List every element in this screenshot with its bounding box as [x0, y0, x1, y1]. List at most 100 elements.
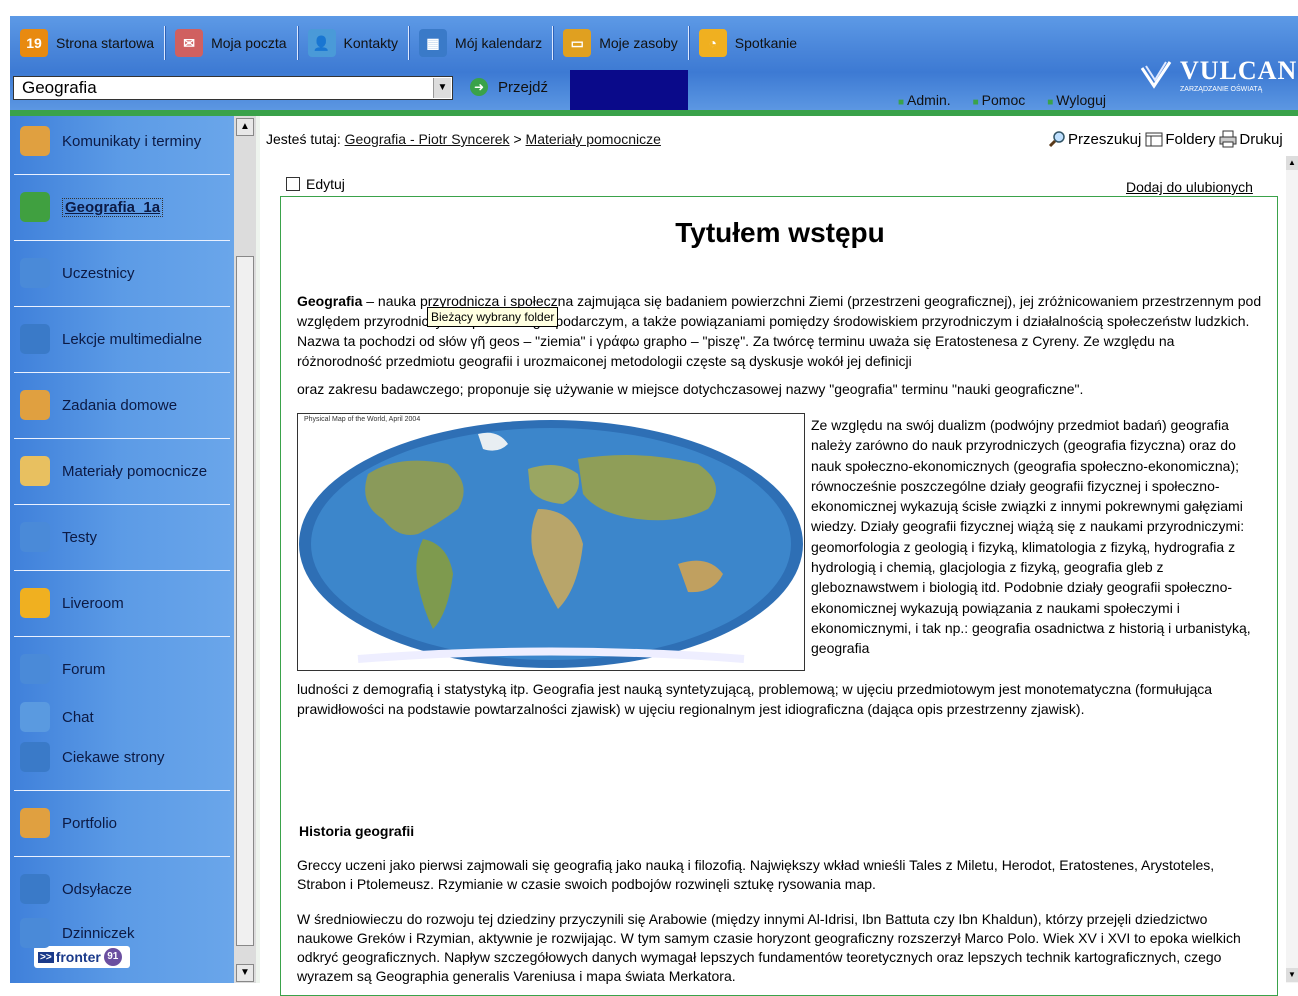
folders-button[interactable]: Foldery — [1145, 130, 1215, 148]
sidebar-item-label: Geografia_1a — [62, 197, 164, 217]
edit-toggle[interactable]: Edytuj — [286, 176, 345, 192]
world-map-image[interactable]: Physical Map of the World, April 2004 — [297, 413, 805, 671]
liveroom-icon — [20, 588, 50, 618]
edit-checkbox[interactable] — [286, 177, 300, 191]
sidebar-item-5[interactable]: Materiały pomocnicze — [10, 454, 234, 488]
course-select[interactable]: Geografia ▼ — [13, 76, 453, 100]
content-scroll-down-icon[interactable]: ▼ — [1286, 968, 1298, 982]
fronter-label: fronter — [55, 949, 101, 965]
sidebar-item-3[interactable]: Lekcje multimedialne — [10, 322, 234, 356]
logo-tagline: ZARZĄDZANIE OŚWIATĄ — [1180, 86, 1263, 93]
nav-item-3[interactable]: ▦ Mój kalendarz — [409, 23, 552, 63]
sidebar-item-label: Komunikaty i terminy — [62, 132, 202, 150]
print-button[interactable]: Drukuj — [1219, 130, 1283, 148]
sidebar-divider — [14, 504, 230, 505]
sidebar-item-label: Odsyłacze — [62, 880, 133, 898]
add-to-favorites-link[interactable]: Dodaj do ulubionych — [1126, 179, 1253, 195]
breadcrumb-folder[interactable]: Materiały pomocnicze — [526, 131, 661, 147]
sidebar-item-11[interactable]: Portfolio — [10, 806, 234, 840]
sidebar-item-label: Chat — [62, 708, 94, 726]
scroll-down-icon[interactable]: ▼ — [236, 964, 254, 982]
top-links: Admin. Pomoc Wyloguj — [898, 92, 1106, 108]
scroll-up-icon[interactable]: ▲ — [236, 118, 254, 136]
nav-item-5[interactable]: ◔ Spotkanie — [689, 23, 807, 63]
sidebar-divider — [14, 790, 230, 791]
vulcan-logo-icon — [1140, 61, 1172, 89]
panel-splitter[interactable] — [256, 116, 260, 983]
forum-icon — [20, 654, 50, 684]
admin-link[interactable]: Admin. — [898, 92, 951, 108]
course-select-value: Geografia — [22, 78, 97, 97]
sidebar-item-4[interactable]: Zadania domowe — [10, 388, 234, 422]
sidebar-divider — [14, 174, 230, 175]
sidebar-item-label: Ciekawe strony — [62, 748, 165, 766]
intro-term: Geografia — [297, 293, 363, 309]
chat-icon — [20, 702, 50, 732]
mail-icon: ✉ — [175, 29, 204, 57]
go-button[interactable]: ➜ Przejdź — [470, 78, 548, 96]
sidebar-item-12[interactable]: Odsyłacze — [10, 872, 234, 906]
header-banner-box — [570, 70, 688, 110]
nav-item-0[interactable]: 19 Strona startowa — [10, 23, 164, 63]
world-map-graphic — [299, 420, 803, 668]
sidebar-item-7[interactable]: Liveroom — [10, 586, 234, 620]
logo-text: VULCAN — [1180, 56, 1298, 85]
nav-item-label: Moje zasoby — [599, 35, 678, 51]
search-label: Przeszukuj — [1068, 130, 1142, 148]
sidebar-divider — [14, 856, 230, 857]
history-paragraph-1: Greccy uczeni jako pierwsi zajmowali się… — [297, 857, 1215, 892]
sidebar-scrollbar[interactable]: ▲ ▼ — [234, 116, 256, 983]
nav-item-label: Mój kalendarz — [455, 35, 543, 51]
nav-item-4[interactable]: ▭ Moje zasoby — [553, 23, 688, 63]
sidebar-item-1[interactable]: Geografia_1a — [10, 190, 234, 224]
sidebar-item-label: Lekcje multimedialne — [62, 330, 203, 348]
folders-icon — [1145, 132, 1163, 147]
content-scroll-up-icon[interactable]: ▲ — [1286, 156, 1298, 170]
multimedia-icon — [20, 324, 50, 354]
content-scrollbar[interactable]: ▲ ▼ — [1286, 156, 1298, 983]
scroll-thumb[interactable] — [236, 256, 254, 946]
top-navigation: 19 Strona startowa ✉ Moja poczta 👤 Kontakty ▦ M… — [10, 16, 807, 70]
article-title: Tytułem wstępu — [675, 217, 885, 248]
intro-paragraph-2: oraz zakresu badawczego; proponuje się u… — [297, 381, 1084, 397]
sidebar-item-label: Liveroom — [62, 594, 124, 612]
nav-item-1[interactable]: ✉ Moja poczta — [165, 23, 296, 63]
dualism-paragraph: Ze względu na swój dualizm (podwójny prz… — [811, 417, 1251, 657]
help-link[interactable]: Pomoc — [973, 92, 1026, 108]
print-label: Drukuj — [1239, 130, 1283, 148]
breadcrumb-course[interactable]: Geografia - Piotr Syncerek — [345, 131, 510, 147]
go-arrow-icon: ➜ — [470, 78, 488, 96]
sidebar-item-13[interactable]: Dzinniczek — [10, 916, 234, 950]
breadcrumb-separator: > — [513, 131, 522, 147]
materials-folder-icon — [20, 456, 50, 486]
search-button[interactable]: Przeszukuj — [1048, 130, 1141, 148]
sidebar-item-10[interactable]: Ciekawe strony — [10, 740, 234, 774]
history-heading: Historia geografii — [299, 823, 415, 839]
sidebar-item-9[interactable]: Chat — [10, 700, 234, 734]
calendar-19-icon: 19 — [20, 29, 48, 57]
sidebar-divider — [14, 570, 230, 571]
sidebar-item-2[interactable]: Uczestnicy — [10, 256, 234, 290]
map-caption: Physical Map of the World, April 2004 — [302, 416, 423, 423]
printer-icon — [1219, 130, 1237, 148]
content-area: Tytułem wstępu Geografia – nauka przyrod… — [280, 196, 1278, 996]
folder-tooltip: Bieżący wybrany folder — [427, 307, 559, 327]
portfolio-icon — [20, 808, 50, 838]
sidebar-item-0[interactable]: Komunikaty i terminy — [10, 124, 234, 158]
sidebar-item-8[interactable]: Forum — [10, 652, 234, 686]
nav-item-label: Kontakty — [343, 35, 399, 51]
sidebar-item-label: Forum — [62, 660, 106, 678]
links-icon — [20, 874, 50, 904]
search-icon — [1048, 131, 1065, 148]
course-icon — [20, 192, 50, 222]
chevron-down-icon[interactable]: ▼ — [433, 78, 451, 98]
intro-text: – nauka przyrodnicza i społeczna zajmują… — [297, 293, 1262, 369]
nav-item-2[interactable]: 👤 Kontakty — [298, 23, 408, 63]
sidebar-divider — [14, 240, 230, 241]
logout-link[interactable]: Wyloguj — [1047, 92, 1106, 108]
toolbar: Przeszukuj Foldery Drukuj — [1048, 130, 1283, 148]
nav-item-label: Strona startowa — [56, 35, 155, 51]
breadcrumb: Jesteś tutaj: Geografia - Piotr Syncerek… — [266, 131, 661, 147]
sidebar-item-6[interactable]: Testy — [10, 520, 234, 554]
sidebar-item-label: Dzinniczek — [62, 924, 135, 942]
